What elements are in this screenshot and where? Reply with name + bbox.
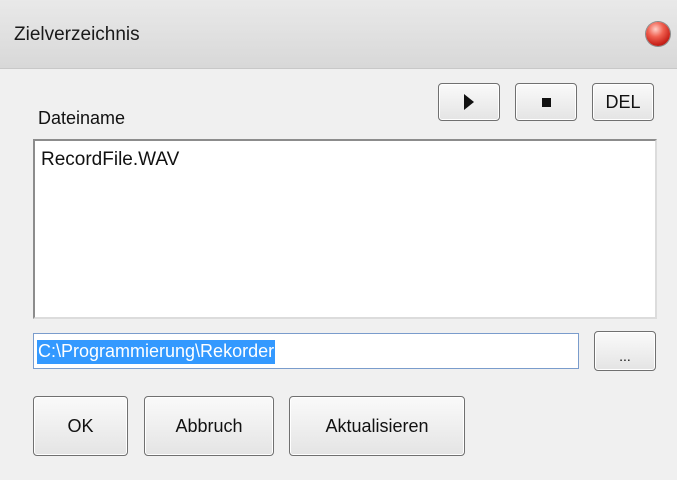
path-input[interactable]: C:\Programmierung\Rekorder	[33, 333, 579, 369]
close-icon[interactable]	[646, 22, 670, 46]
refresh-button-label: Aktualisieren	[325, 415, 429, 436]
ok-button[interactable]: OK	[33, 396, 128, 456]
file-list-header: Dateiname	[38, 108, 126, 128]
play-button[interactable]	[438, 83, 500, 121]
title-bar: Zielverzeichnis	[0, 0, 677, 69]
stop-button[interactable]	[515, 83, 577, 121]
play-icon	[464, 94, 474, 110]
cancel-button-label: Abbruch	[175, 415, 243, 436]
file-list[interactable]: RecordFile.WAV	[33, 139, 657, 319]
delete-button-label: DEL	[605, 91, 641, 112]
ok-button-label: OK	[67, 415, 94, 436]
refresh-button[interactable]: Aktualisieren	[289, 396, 465, 456]
browse-button-label: ...	[619, 348, 631, 364]
stop-icon	[541, 97, 551, 107]
list-item[interactable]: RecordFile.WAV	[41, 149, 179, 171]
path-input-value: C:\Programmierung\Rekorder	[37, 340, 276, 364]
window-title: Zielverzeichnis	[14, 24, 140, 45]
browse-button[interactable]: ...	[594, 331, 656, 371]
cancel-button[interactable]: Abbruch	[144, 396, 274, 456]
delete-button[interactable]: DEL	[592, 83, 654, 121]
